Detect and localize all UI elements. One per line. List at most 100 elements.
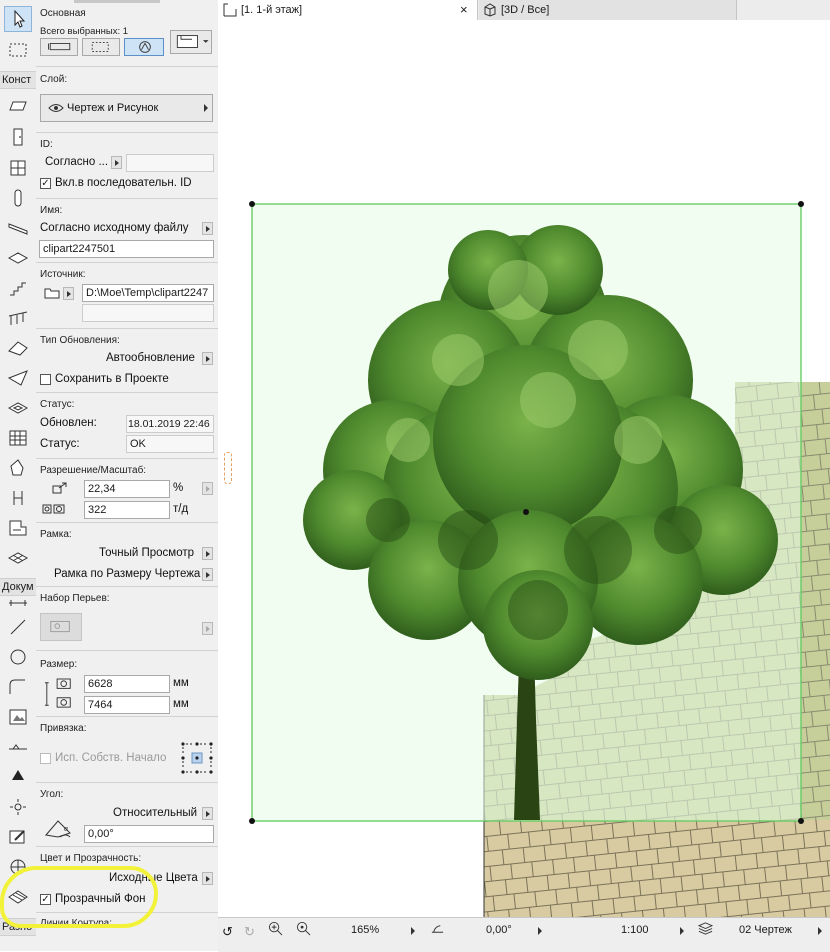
resolution-arrow-button[interactable] xyxy=(202,482,213,495)
frame-view-mode[interactable]: Точный Просмотр xyxy=(99,547,194,559)
dpi-field[interactable]: 322 xyxy=(84,501,170,519)
selection-handle[interactable] xyxy=(798,201,804,207)
stair-icon xyxy=(10,282,26,296)
level-dimension-tool-button[interactable] xyxy=(4,734,32,760)
skylight-tool-button[interactable] xyxy=(4,395,32,421)
id-mode[interactable]: Согласно ... xyxy=(45,156,108,168)
mesh-tool-button[interactable] xyxy=(4,545,32,571)
width-unit: мм xyxy=(173,677,189,689)
layer-combo-menu-arrow[interactable] xyxy=(818,927,822,935)
scale-percent-field[interactable]: 22,34 xyxy=(84,480,170,498)
shell-tool-button[interactable] xyxy=(4,365,32,391)
arrow-tool-button[interactable] xyxy=(4,6,32,32)
width-field[interactable]: 6628 xyxy=(84,675,170,693)
select-mode-button-2[interactable] xyxy=(82,38,120,56)
favorites-dropdown-button[interactable] xyxy=(170,30,212,54)
tab-3d[interactable]: [3D / Все] xyxy=(479,0,737,20)
slab-tool-button[interactable] xyxy=(4,245,32,271)
frame-fit-arrow-button[interactable] xyxy=(202,568,213,581)
elevation-tool-button[interactable] xyxy=(4,762,32,788)
circle-tool-button[interactable] xyxy=(4,644,32,670)
update-type-label: Тип Обновления: xyxy=(40,335,120,346)
zoom-in-icon[interactable] xyxy=(268,921,283,936)
roof-tool-button[interactable] xyxy=(4,335,32,361)
close-icon[interactable]: × xyxy=(460,0,468,20)
selection-handle[interactable] xyxy=(798,818,804,824)
update-mode-arrow-button[interactable] xyxy=(202,352,213,365)
source-arrow-button[interactable] xyxy=(63,287,74,300)
name-mode[interactable]: Согласно исходному файлу xyxy=(40,222,189,234)
undo-icon[interactable]: ↺ xyxy=(222,924,233,940)
selection-handle[interactable] xyxy=(249,818,255,824)
select-mode-button-1[interactable] xyxy=(40,38,78,56)
pen-set-arrow-button[interactable] xyxy=(202,622,213,635)
window-icon xyxy=(10,160,26,176)
wall-tool-button[interactable] xyxy=(4,93,32,119)
zoom-menu-arrow[interactable] xyxy=(411,927,415,935)
marquee-select-icon xyxy=(91,42,109,52)
sequential-id-checkbox[interactable]: ✓ xyxy=(40,178,51,189)
curtain-wall-tool-button[interactable] xyxy=(4,425,32,451)
update-mode[interactable]: Автообновление xyxy=(106,352,195,364)
marquee-tool-button[interactable] xyxy=(4,37,32,63)
frame-view-arrow-button[interactable] xyxy=(202,547,213,560)
railing-tool-button[interactable] xyxy=(4,305,32,331)
pen-set-button[interactable] xyxy=(40,613,82,641)
source-path-field[interactable]: D:\Moe\Temp\clipart2247 xyxy=(82,284,214,302)
folder-icon[interactable] xyxy=(44,287,60,299)
morph-tool-button[interactable] xyxy=(4,455,32,481)
select-mode-button-3[interactable] xyxy=(124,38,164,56)
color-mode-arrow-button[interactable] xyxy=(202,872,213,885)
window-tool-button[interactable] xyxy=(4,155,32,181)
frame-fit-mode[interactable]: Рамка по Размеру Чертежа xyxy=(54,568,200,580)
height-field[interactable]: 7464 xyxy=(84,696,170,714)
polyline-tool-button[interactable] xyxy=(4,674,32,700)
scale-value[interactable]: 1:100 xyxy=(621,924,649,936)
selected-count: Всего выбранных: 1 xyxy=(40,26,129,37)
drawing-tool-button[interactable] xyxy=(4,704,32,730)
stair-tool-button[interactable] xyxy=(4,275,32,301)
angle-field[interactable]: 0,00° xyxy=(84,825,214,843)
status-label: Статус: xyxy=(40,399,75,410)
layer-combination[interactable]: 02 Чертеж xyxy=(739,924,792,936)
name-field[interactable]: clipart2247501 xyxy=(39,240,214,258)
layer-dropdown[interactable]: Чертеж и Рисунок xyxy=(40,94,213,122)
angle-mode[interactable]: Относительный xyxy=(113,807,197,819)
name-mode-arrow-button[interactable] xyxy=(202,222,213,235)
object-tool-button[interactable] xyxy=(4,485,32,511)
redo-icon[interactable]: ↻ xyxy=(244,924,255,940)
center-handle[interactable] xyxy=(523,509,529,515)
drawing-canvas[interactable] xyxy=(218,20,830,917)
id-label: ID: xyxy=(40,139,53,150)
zoom-fit-icon[interactable] xyxy=(296,921,311,936)
zone-tool-button[interactable] xyxy=(4,515,32,541)
text-tool-button[interactable] xyxy=(4,824,32,850)
save-in-project-checkbox[interactable] xyxy=(40,374,51,385)
panel-drag-handle[interactable] xyxy=(74,0,160,3)
zoom-level[interactable]: 165% xyxy=(351,924,379,936)
orientation-angle[interactable]: 0,00° xyxy=(486,924,512,936)
id-mode-arrow-button[interactable] xyxy=(111,156,122,169)
column-icon xyxy=(14,189,22,207)
door-tool-button[interactable] xyxy=(4,124,32,150)
beam-tool-button[interactable] xyxy=(4,215,32,241)
layer-combo-icon[interactable] xyxy=(698,921,713,936)
orientation-icon[interactable] xyxy=(430,921,445,936)
source-label: Источник: xyxy=(40,269,86,280)
panel-resize-grip[interactable] xyxy=(224,452,232,484)
line-tool-button[interactable] xyxy=(4,614,32,640)
tab-floor-plan[interactable]: [1. 1-й этаж] × xyxy=(218,0,478,20)
frame-section: Рамка: Точный Просмотр Рамка по Размеру … xyxy=(36,522,218,587)
anchor-point-selector[interactable] xyxy=(180,741,214,775)
angle-menu-arrow[interactable] xyxy=(538,927,542,935)
own-origin-checkbox[interactable] xyxy=(40,753,51,764)
column-tool-button[interactable] xyxy=(4,185,32,211)
scale-menu-arrow[interactable] xyxy=(680,927,684,935)
angle-mode-arrow-button[interactable] xyxy=(202,807,213,820)
toolbox-header-construct[interactable]: Конст xyxy=(0,71,36,89)
hotspot-tool-button[interactable] xyxy=(4,794,32,820)
angle-label: Угол: xyxy=(40,789,64,800)
layer-section: Слой: Чертеж и Рисунок xyxy=(36,66,218,133)
id-field[interactable] xyxy=(126,154,214,172)
selection-handle[interactable] xyxy=(249,201,255,207)
